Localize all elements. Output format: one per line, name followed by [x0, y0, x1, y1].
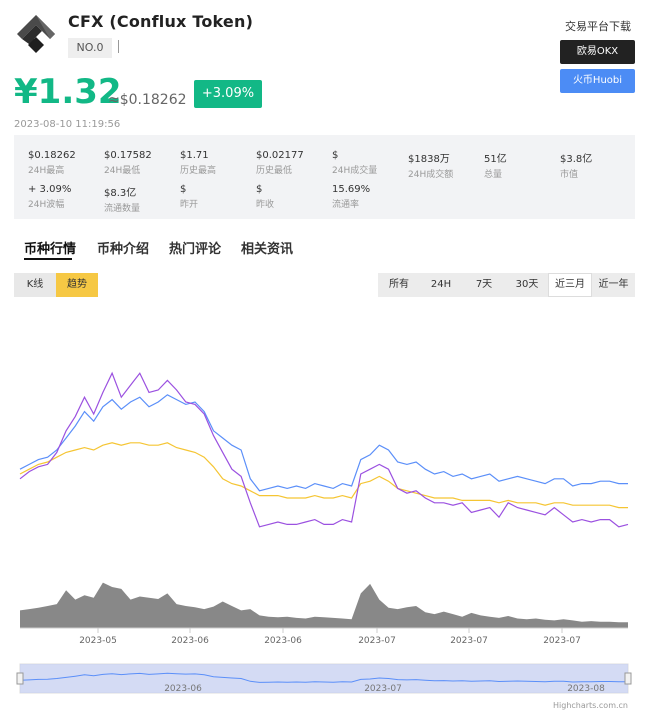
series-line-2 — [19, 371, 629, 528]
price-chart: 2023-05 2023-06 2023-06 2023-07 2023-07 2023-… — [16, 371, 632, 710]
navigator-tick-label: 2023-08 — [567, 684, 605, 694]
series-line-1 — [19, 442, 628, 509]
x-tick-label: 2023-06 — [264, 636, 302, 646]
x-tick-label: 2023-06 — [171, 636, 209, 646]
chart-credit: Highcharts.com.cn — [553, 701, 628, 710]
x-tick-label: 2023-07 — [450, 636, 488, 646]
volume-area — [20, 582, 628, 628]
x-tick-label: 2023-05 — [79, 636, 117, 646]
navigator-tick-label: 2023-07 — [364, 684, 402, 694]
x-tick-label: 2023-07 — [543, 636, 581, 646]
navigator-right-handle[interactable] — [624, 672, 632, 685]
navigator-left-handle[interactable] — [16, 672, 24, 685]
navigator-tick-label: 2023-06 — [164, 684, 202, 694]
x-tick-label: 2023-07 — [358, 636, 396, 646]
navigator-selection[interactable] — [20, 664, 628, 693]
